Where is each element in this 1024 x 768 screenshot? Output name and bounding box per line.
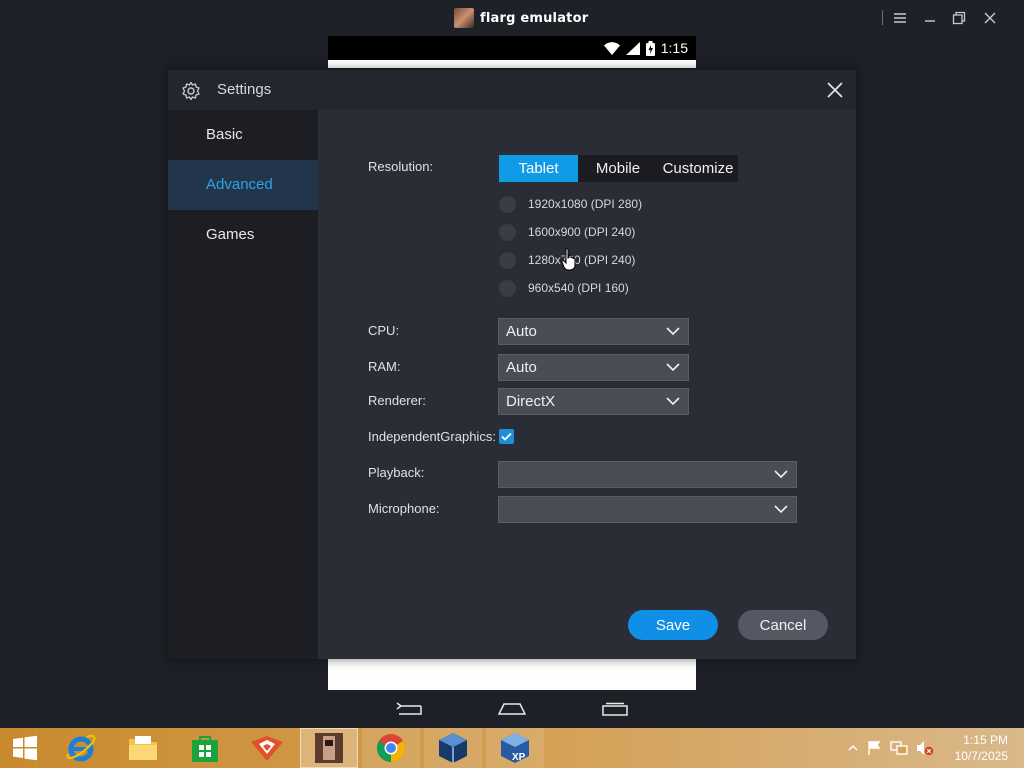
network-icon[interactable] xyxy=(890,740,908,756)
independent-graphics-label: IndependentGraphics: xyxy=(368,429,496,444)
show-hidden-icons-icon[interactable] xyxy=(848,744,858,752)
app-logo-icon xyxy=(454,8,474,28)
recents-icon[interactable] xyxy=(600,700,630,718)
taskbar: XP 1:15 PM 10/7/2025 xyxy=(0,728,1024,768)
chevron-down-icon xyxy=(666,363,680,372)
internet-explorer-icon[interactable] xyxy=(52,728,110,768)
gear-icon xyxy=(182,81,200,101)
virtualbox-xp-icon[interactable]: XP xyxy=(486,728,544,768)
system-tray xyxy=(848,728,934,768)
playback-label: Playback: xyxy=(368,465,425,480)
home-icon[interactable] xyxy=(497,700,527,718)
resolution-option[interactable]: 1600x900 (DPI 240) xyxy=(499,222,635,242)
radio-button[interactable] xyxy=(499,279,516,297)
sidebar-item-advanced[interactable]: Advanced xyxy=(168,160,318,210)
tab-customize[interactable]: Customize xyxy=(658,155,738,182)
settings-sidebar: Basic Advanced Games xyxy=(168,110,318,659)
action-center-flag-icon[interactable] xyxy=(866,740,882,756)
radio-button[interactable] xyxy=(499,195,516,213)
ram-label: RAM: xyxy=(368,359,401,374)
android-nav-bar xyxy=(328,690,696,728)
ram-value: Auto xyxy=(506,359,537,376)
resolution-tabs: Tablet Mobile Customize xyxy=(499,155,738,182)
flarg-emulator-taskbar-icon[interactable] xyxy=(300,728,358,768)
virtualbox-icon[interactable] xyxy=(424,728,482,768)
renderer-select[interactable]: DirectX xyxy=(498,388,689,415)
emulator-title-bar: flarg emulator xyxy=(0,0,1024,36)
settings-content: Resolution: Tablet Mobile Customize 1920… xyxy=(318,110,856,659)
cpu-value: Auto xyxy=(506,323,537,340)
signal-icon xyxy=(625,41,640,55)
resolution-option[interactable]: 1920x1080 (DPI 280) xyxy=(499,194,642,214)
tab-mobile[interactable]: Mobile xyxy=(578,155,658,182)
radio-button[interactable] xyxy=(499,251,516,269)
settings-title: Settings xyxy=(217,81,272,98)
app-name: flarg emulator xyxy=(480,10,589,26)
android-status-bar: 1:15 xyxy=(328,36,696,60)
ram-select[interactable]: Auto xyxy=(498,354,689,381)
settings-dialog: Settings Basic Advanced Games Resolution… xyxy=(168,70,856,659)
sidebar-item-games[interactable]: Games xyxy=(168,210,318,260)
taskbar-clock[interactable]: 1:15 PM 10/7/2025 xyxy=(955,732,1008,764)
clock-time: 1:15 PM xyxy=(963,733,1008,747)
chevron-down-icon xyxy=(666,397,680,406)
back-icon[interactable] xyxy=(394,700,424,718)
tab-tablet[interactable]: Tablet xyxy=(499,155,578,182)
dialog-close-icon[interactable] xyxy=(824,79,846,101)
file-explorer-icon[interactable] xyxy=(114,728,172,768)
chrome-icon[interactable] xyxy=(362,728,420,768)
save-button[interactable]: Save xyxy=(628,610,718,640)
resolution-option-label: 1600x900 (DPI 240) xyxy=(528,225,636,239)
menu-icon[interactable] xyxy=(889,8,911,28)
svg-text:XP: XP xyxy=(512,752,526,763)
hand-cursor-icon xyxy=(561,248,576,271)
fox-app-icon[interactable] xyxy=(238,728,296,768)
microphone-label: Microphone: xyxy=(368,501,440,516)
restore-icon[interactable] xyxy=(948,8,970,28)
android-screen-top xyxy=(328,60,696,68)
radio-button[interactable] xyxy=(499,223,516,241)
chevron-down-icon xyxy=(774,505,788,514)
battery-icon xyxy=(645,40,655,56)
renderer-value: DirectX xyxy=(506,393,556,410)
cancel-button[interactable]: Cancel xyxy=(738,610,828,640)
store-icon[interactable] xyxy=(176,728,234,768)
app-title: flarg emulator xyxy=(454,8,588,28)
volume-muted-icon[interactable] xyxy=(916,740,934,756)
sidebar-item-basic[interactable]: Basic xyxy=(168,110,318,160)
independent-graphics-checkbox[interactable] xyxy=(499,429,514,444)
cpu-label: CPU: xyxy=(368,323,400,338)
cpu-select[interactable]: Auto xyxy=(498,318,689,345)
minimize-icon[interactable] xyxy=(919,8,941,28)
android-screen-bottom xyxy=(328,659,696,690)
resolution-label: Resolution: xyxy=(368,159,434,174)
resolution-option-label: 960x540 (DPI 160) xyxy=(528,281,629,295)
close-icon[interactable] xyxy=(979,8,1001,28)
checkmark-icon xyxy=(501,432,512,441)
wifi-icon xyxy=(603,41,620,55)
renderer-label: Renderer: xyxy=(368,393,426,408)
windows-start-icon[interactable] xyxy=(0,728,50,768)
status-time: 1:15 xyxy=(660,40,688,56)
resolution-option-label: 1920x1080 (DPI 280) xyxy=(528,197,643,211)
playback-select[interactable] xyxy=(498,461,797,488)
settings-header: Settings xyxy=(168,70,856,110)
chevron-down-icon xyxy=(666,327,680,336)
microphone-select[interactable] xyxy=(498,496,797,523)
clock-date: 10/7/2025 xyxy=(954,749,1008,763)
resolution-option-label: 1280x720 (DPI 240) xyxy=(528,253,636,267)
title-separator xyxy=(882,10,883,25)
chevron-down-icon xyxy=(774,470,788,479)
resolution-option[interactable]: 960x540 (DPI 160) xyxy=(499,278,629,298)
